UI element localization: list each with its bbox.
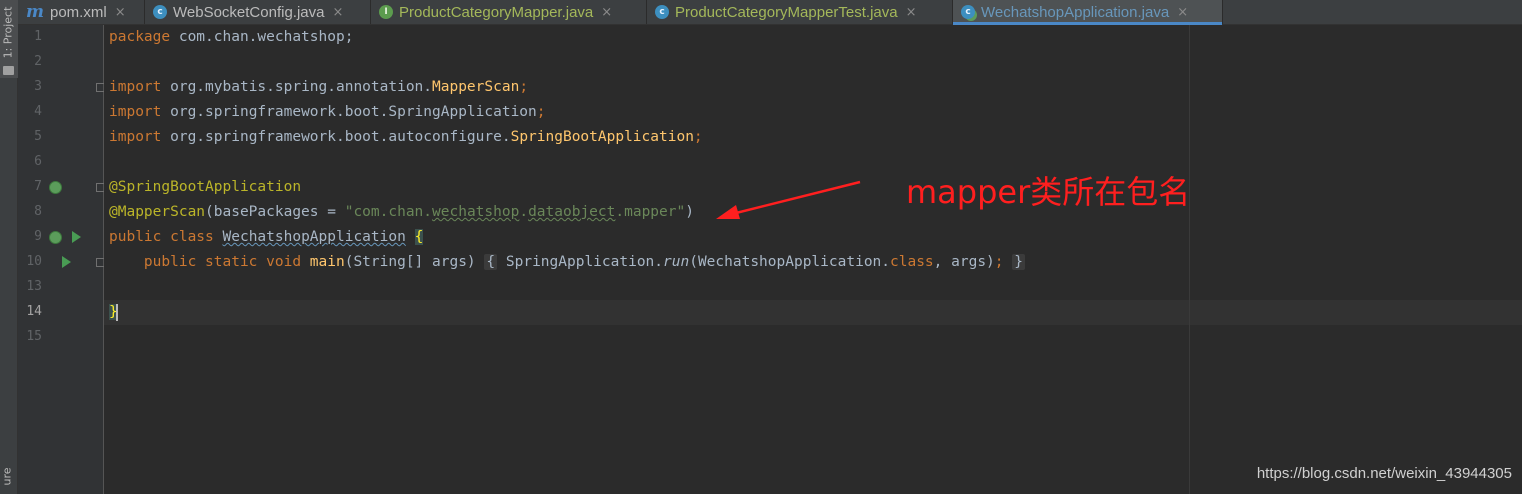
watermark: https://blog.csdn.net/weixin_43944305 — [1256, 465, 1512, 482]
structure-tool-label[interactable]: ure — [1, 452, 14, 494]
spring-bean-icon[interactable] — [49, 181, 62, 194]
interface-icon: I — [379, 5, 393, 19]
line-number: 10 — [26, 254, 42, 269]
keyword: package — [109, 29, 171, 45]
annotation-args: (basePackages = — [205, 204, 345, 220]
import-class: SpringBootApplication — [510, 129, 694, 145]
close-icon[interactable]: × — [601, 5, 612, 20]
import-path: org.springframework.boot.autoconfigure. — [161, 129, 511, 145]
code-line-4: import org.springframework.boot.SpringAp… — [109, 100, 546, 125]
code-editor[interactable]: package com.chan.wechatshop; import org.… — [104, 25, 1522, 494]
tab-wechatshopapplication[interactable]: c WechatshopApplication.java × — [953, 0, 1223, 25]
tab-websocketconfig[interactable]: c WebSocketConfig.java × — [145, 0, 371, 24]
keyword: public static void — [143, 254, 302, 270]
line-number: 8 — [34, 204, 42, 219]
code-line-5: import org.springframework.boot.autoconf… — [109, 125, 703, 150]
string-literal: wechatshop — [432, 204, 520, 220]
import-path: org.springframework.boot.SpringApplicati… — [161, 104, 537, 120]
tab-pom-xml[interactable]: m pom.xml × — [18, 0, 145, 24]
folded-brace[interactable]: { — [484, 254, 498, 270]
keyword: public class — [109, 229, 214, 245]
editor-gutter: 1 2 3 4 5 6 7 8 9 10 13 14 15 — [18, 25, 105, 494]
string-literal: "com.chan. — [344, 204, 433, 220]
string-literal: dataobject — [528, 204, 616, 220]
tab-productcategorymappertest[interactable]: c ProductCategoryMapperTest.java × — [647, 0, 953, 24]
run-main-icon[interactable] — [62, 256, 71, 268]
line-number: 2 — [34, 54, 42, 69]
tab-label: WebSocketConfig.java — [173, 3, 325, 21]
current-line-highlight — [104, 300, 1522, 325]
run-class-icon[interactable] — [72, 231, 81, 243]
code-line-3: import org.mybatis.spring.annotation.Map… — [109, 75, 528, 100]
code-line-14: } — [109, 300, 118, 325]
line-number: 3 — [34, 79, 42, 94]
annotation-arrow — [716, 180, 861, 219]
annotation-label: mapper类所在包名 — [906, 173, 1191, 211]
package-name: com.chan.wechatshop; — [170, 29, 354, 45]
class-icon: c — [153, 5, 167, 19]
keyword: import — [109, 129, 162, 145]
tab-label: WechatshopApplication.java — [981, 3, 1170, 21]
import-path: org.mybatis.spring.annotation. — [161, 79, 433, 95]
folded-brace[interactable]: } — [1012, 254, 1025, 270]
line-number: 6 — [34, 154, 42, 169]
static-call: run — [663, 254, 690, 270]
keyword: import — [109, 79, 162, 95]
method-params: (String[] args) — [344, 254, 476, 270]
keyword: import — [109, 104, 162, 120]
paren: ) — [685, 204, 694, 220]
string-literal: .mapper" — [615, 204, 686, 220]
line-number: 7 — [34, 179, 42, 194]
line-number: 9 — [34, 229, 42, 244]
tool-window-strip: 1: Project ure — [0, 0, 18, 494]
method-name: main — [309, 254, 345, 270]
line-number-current: 14 — [26, 304, 42, 319]
maven-icon: m — [26, 2, 44, 22]
line-number: 13 — [26, 279, 42, 294]
close-icon[interactable]: × — [906, 5, 917, 20]
code-line-8: @MapperScan(basePackages = "com.chan.wec… — [109, 200, 694, 225]
right-margin-guide — [1189, 25, 1190, 494]
project-tool-label: 1: Project — [1, 6, 15, 59]
tab-productcategorymapper[interactable]: I ProductCategoryMapper.java × — [371, 0, 647, 24]
semicolon: ; — [994, 254, 1004, 270]
brace: { — [414, 229, 424, 245]
method-body: (WechatshopApplication. — [689, 254, 891, 270]
string-literal: . — [519, 204, 529, 220]
close-icon[interactable]: × — [1177, 5, 1188, 20]
code-line-9: public class WechatshopApplication { — [109, 225, 424, 250]
code-line-7: @SpringBootApplication — [109, 175, 301, 200]
method-body: , args) — [933, 254, 995, 270]
line-number: 4 — [34, 104, 42, 119]
line-number: 1 — [34, 29, 42, 44]
code-line-10: public static void main(String[] args) {… — [109, 250, 1025, 275]
semicolon: ; — [536, 104, 546, 120]
method-body: SpringApplication. — [505, 254, 664, 270]
text-caret — [115, 303, 118, 321]
class-name: WechatshopApplication — [222, 229, 406, 245]
folder-icon — [3, 66, 14, 75]
close-icon[interactable]: × — [332, 5, 343, 20]
test-class-icon: c — [655, 5, 669, 19]
semicolon: ; — [519, 79, 529, 95]
close-icon[interactable]: × — [115, 5, 126, 20]
editor-tab-bar: m pom.xml × c WebSocketConfig.java × I P… — [18, 0, 1522, 25]
tab-label: ProductCategoryMapperTest.java — [675, 3, 898, 21]
annotation: @SpringBootApplication — [109, 179, 302, 195]
line-number: 15 — [26, 329, 42, 344]
tab-label: ProductCategoryMapper.java — [399, 3, 594, 21]
tab-label: pom.xml — [50, 3, 107, 21]
keyword: class — [890, 254, 934, 270]
spring-boot-class-icon: c — [961, 5, 975, 19]
line-number: 5 — [34, 129, 42, 144]
import-class: MapperScan — [432, 79, 520, 95]
semicolon: ; — [693, 129, 703, 145]
code-line-1: package com.chan.wechatshop; — [109, 25, 353, 50]
project-tool-tab[interactable]: 1: Project — [0, 0, 18, 78]
spring-bean-icon[interactable] — [49, 231, 62, 244]
annotation: @MapperScan — [109, 204, 206, 220]
